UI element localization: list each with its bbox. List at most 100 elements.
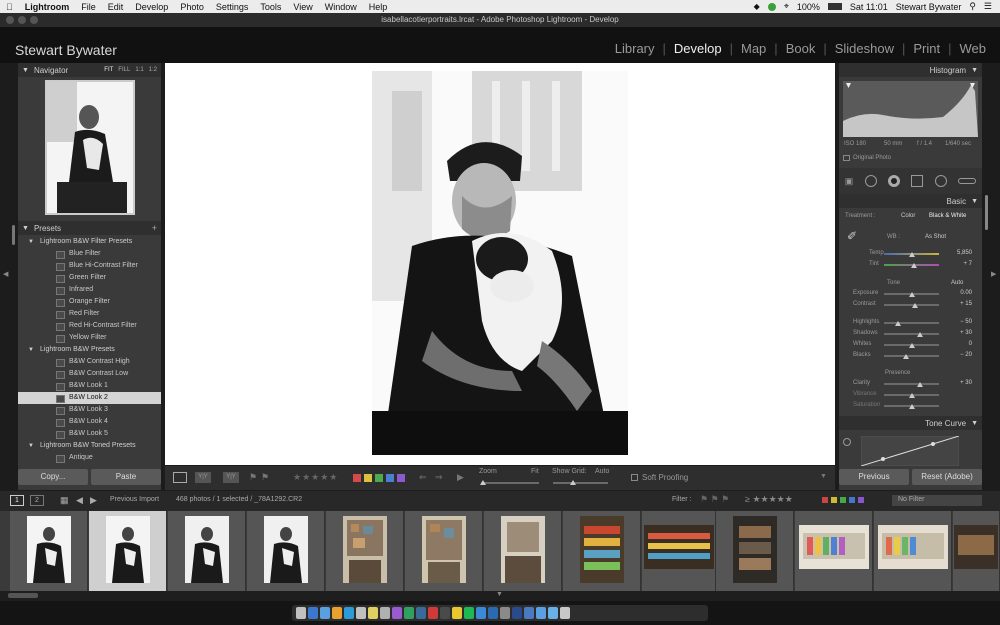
color-label-swatch[interactable] [397,474,405,482]
main-window-button[interactable]: 1 [10,495,24,506]
module-develop[interactable]: Develop [666,41,730,56]
preset-item[interactable]: Antique [18,452,161,464]
temp-value[interactable]: 5,850 [942,250,972,256]
grid-size-slider-thumb[interactable] [570,480,576,485]
forward-arrow-icon[interactable]: ▶ [90,495,97,506]
dock-app-icon[interactable] [404,607,414,619]
before-after-icon[interactable]: Y|Y [195,472,211,483]
copy-settings-button[interactable]: Copy... [18,469,88,485]
nav-zoom-1-2[interactable]: 1:2 [149,67,157,73]
color-label-swatch[interactable] [353,474,361,482]
dock-app-icon[interactable] [488,607,498,619]
presets-header[interactable]: ▼ Presets + [18,221,161,235]
status-icon[interactable] [767,2,776,11]
adjustment-value[interactable]: 0 [942,341,972,347]
dock-app-icon[interactable] [440,607,450,619]
filmstrip-cell[interactable] [716,511,794,591]
menu-develop[interactable]: Develop [135,2,168,12]
filmstrip-cell[interactable] [874,511,952,591]
color-label-swatch[interactable] [364,474,372,482]
apple-menu-icon[interactable]:  [6,2,13,12]
adjustment-brush-icon[interactable] [958,178,977,184]
source-label[interactable]: Previous Import [110,496,159,503]
spot-removal-tool-icon[interactable] [864,175,877,187]
adjustment-slider-thumb[interactable] [903,354,909,359]
dock-app-icon[interactable] [500,607,510,619]
dock-app-icon[interactable] [356,607,366,619]
menu-file[interactable]: File [81,2,96,12]
adjustment-value[interactable]: 0.00 [942,290,972,296]
left-panel-scrollbar[interactable] [12,225,15,245]
menu-tools[interactable]: Tools [260,2,281,12]
histogram-header[interactable]: Histogram ▼ [839,63,982,77]
histogram-graph[interactable] [843,81,978,137]
show-grid-value[interactable]: Auto [595,468,609,475]
temp-slider-thumb[interactable] [909,252,915,257]
basic-header[interactable]: Basic ▼ [839,194,982,208]
add-preset-icon[interactable]: + [152,223,157,233]
dock-app-icon[interactable] [512,607,522,619]
adjustment-slider-thumb[interactable] [916,382,923,387]
module-book[interactable]: Book [778,41,824,56]
module-slideshow[interactable]: Slideshow [827,41,902,56]
minimize-window-button[interactable] [18,16,26,24]
white-balance-eyedropper-icon[interactable]: ✐ [847,229,857,243]
preset-item[interactable]: Red Filter [18,308,161,320]
red-eye-tool-icon[interactable] [888,175,901,187]
zoom-slider[interactable] [481,482,539,484]
adjustment-slider-thumb[interactable] [908,343,915,348]
back-arrow-icon[interactable]: ◀ [76,495,83,506]
filmstrip-cell[interactable] [168,511,246,591]
preset-item-selected[interactable]: B&W Look 2 [18,392,161,404]
main-photo[interactable] [372,71,628,455]
dock-app-icon[interactable] [296,607,306,619]
dock-app-icon[interactable] [536,607,546,619]
adjustment-value[interactable]: − 50 [942,319,972,325]
toolbar-menu-icon[interactable]: ▼ [820,473,827,480]
dock-app-icon[interactable] [332,607,342,619]
adjustment-value[interactable]: + 30 [942,330,972,336]
menu-help[interactable]: Help [369,2,388,12]
filmstrip-cell-selected[interactable] [89,511,167,591]
dock-app-icon[interactable] [452,607,462,619]
dock-app-icon[interactable] [416,607,426,619]
adjustment-slider-thumb[interactable] [911,303,918,308]
dock-app-icon[interactable] [392,607,402,619]
filmstrip-cell[interactable] [247,511,325,591]
module-map[interactable]: Map [733,41,774,56]
dock-app-icon[interactable] [368,607,378,619]
color-label-swatch[interactable] [386,474,394,482]
preset-group[interactable]: Lightroom B&W Toned Presets [18,440,161,452]
adjustment-slider[interactable] [884,322,939,324]
preset-item[interactable]: Blue Hi-Contrast Filter [18,260,161,272]
wb-select[interactable]: As Shot [925,234,946,240]
right-panel-toggle-icon[interactable]: ▶ [991,270,996,278]
preset-item[interactable]: B&W Look 1 [18,380,161,392]
preset-item[interactable]: Orange Filter [18,296,161,308]
preset-item[interactable]: Yellow Filter [18,332,161,344]
play-slideshow-icon[interactable]: ▶ [457,472,464,483]
adjustment-value[interactable]: + 15 [942,301,972,307]
battery-icon[interactable] [827,3,842,10]
paste-settings-button[interactable]: Paste [91,469,161,485]
adjustment-slider[interactable] [884,383,939,385]
previous-button[interactable]: Previous [839,469,909,485]
filmstrip-info[interactable]: 468 photos / 1 selected / _78A1292.CR2 [176,496,302,503]
original-photo-checkbox[interactable] [843,155,850,161]
menu-view[interactable]: View [293,2,312,12]
module-print[interactable]: Print [905,41,948,56]
menu-settings[interactable]: Settings [216,2,249,12]
adjustment-slider-thumb[interactable] [908,393,915,398]
loupe-view-icon[interactable] [173,472,187,483]
preset-item[interactable]: Infrared [18,284,161,296]
secondary-window-button[interactable]: 2 [30,495,44,506]
dock-app-icon[interactable] [464,607,474,619]
user-menu[interactable]: Stewart Bywater [896,2,962,12]
filmstrip-cell[interactable] [563,511,641,591]
star-rating[interactable]: ★★★★★ [293,472,338,483]
filmstrip-cell[interactable] [326,511,404,591]
filmstrip-collapse-icon[interactable]: ▼ [496,591,503,598]
filter-flags-icon[interactable]: ⚑ ⚑ ⚑ [700,494,729,505]
preset-item[interactable]: Red Hi-Contrast Filter [18,320,161,332]
search-icon[interactable]: ⚲ [969,1,976,12]
